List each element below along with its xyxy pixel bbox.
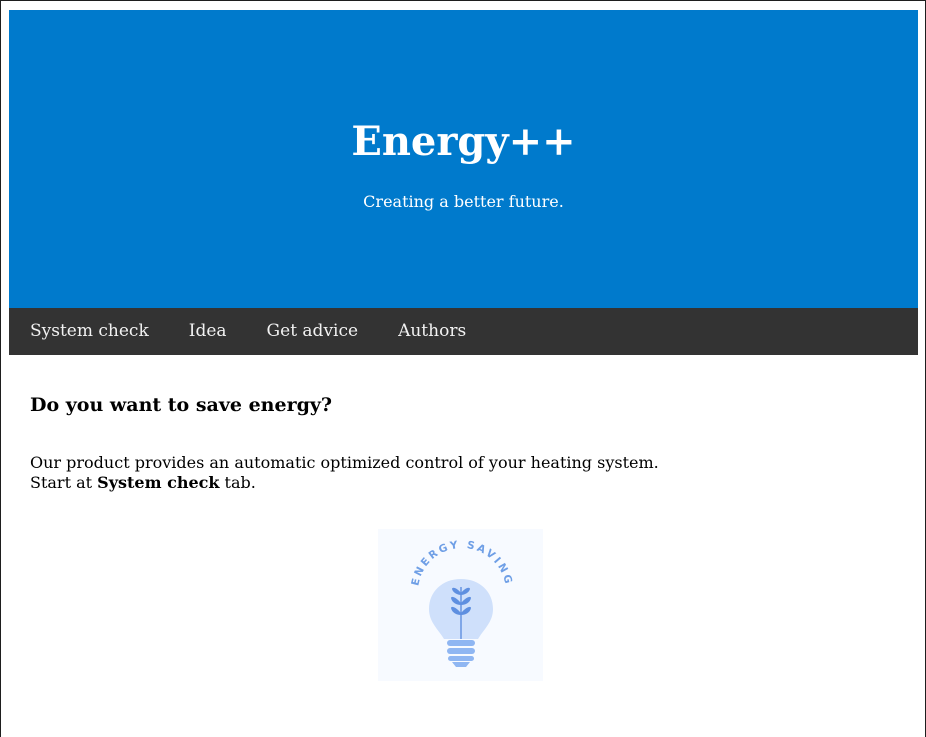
site-title: Energy++ (351, 118, 576, 165)
page-frame: Energy++ Creating a better future. Syste… (0, 0, 926, 737)
site-tagline: Creating a better future. (363, 192, 564, 211)
nav-item-idea[interactable]: Idea (169, 308, 247, 355)
main-navigation: System check Idea Get advice Authors (9, 308, 918, 355)
nav-item-authors[interactable]: Authors (378, 308, 486, 355)
section-heading: Do you want to save energy? (30, 394, 333, 416)
intro-paragraph: Our product provides an automatic optimi… (30, 453, 659, 493)
main-content: Do you want to save energy? Our product … (30, 381, 890, 492)
intro-line-2-prefix: Start at (30, 473, 98, 492)
intro-system-check-emphasis: System check (97, 473, 220, 492)
energy-saving-logo: ENERGY SAVING (378, 529, 543, 681)
lightbulb-leaf-icon: ENERGY SAVING (409, 539, 512, 667)
hero-banner: Energy++ Creating a better future. (9, 10, 918, 308)
intro-line-2-suffix: tab. (219, 473, 256, 492)
intro-line-1: Our product provides an automatic optimi… (30, 453, 659, 472)
nav-item-get-advice[interactable]: Get advice (247, 308, 379, 355)
nav-item-system-check[interactable]: System check (10, 308, 169, 355)
